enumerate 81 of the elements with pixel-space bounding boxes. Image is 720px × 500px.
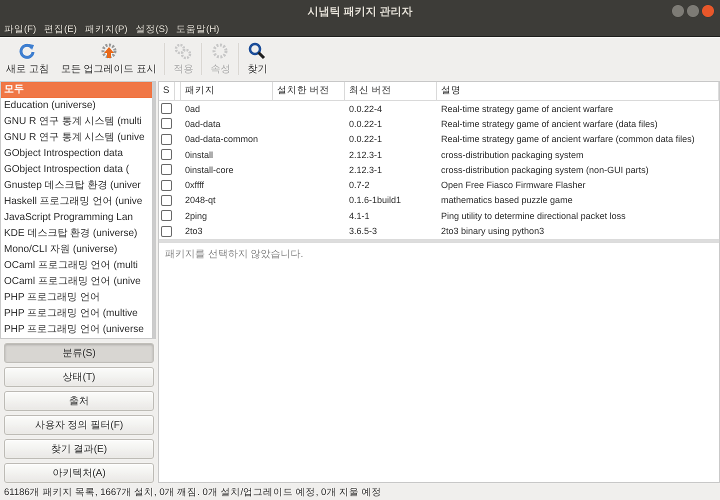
search-icon (248, 42, 266, 60)
toolbar-button[interactable]: 찾기 (241, 39, 274, 79)
package-description: Real-time strategy game of ancient warfare (data files) (440, 118, 659, 129)
package-name: 0ad-data-common (184, 134, 260, 144)
checkbox[interactable] (161, 180, 172, 191)
gear-upgrade-icon (100, 42, 118, 60)
package-description: Real-time strategy game of ancient warfare (common data files) (440, 134, 696, 144)
filter-button[interactable]: 찾기 결과(E) (4, 439, 154, 459)
filter-button[interactable]: 분류(S) (4, 343, 154, 363)
filter-button[interactable]: 상태(T) (4, 367, 154, 387)
checkbox[interactable] (161, 194, 172, 206)
filter-button[interactable]: 사용자 정의 필터(F) (4, 415, 154, 435)
section-item[interactable]: PHP 프로그래밍 언어 (universe (1, 322, 152, 338)
section-item[interactable]: GObject Introspection data (1, 146, 152, 162)
filter-button[interactable]: 아키텍처(A) (4, 463, 154, 483)
section-item[interactable]: PHP 프로그래밍 언어 (1, 290, 152, 306)
column-header[interactable]: 최신 버전 (345, 82, 437, 100)
latest-version: 0.0.22-1 (348, 134, 384, 144)
package-description: Real-time strategy game of ancient warfare (440, 104, 614, 114)
checkbox[interactable] (161, 149, 172, 160)
package-name: 0ad (184, 104, 202, 114)
section-item[interactable]: Education (universe) (1, 98, 152, 114)
package-name: 0install (184, 150, 214, 160)
filter-button[interactable]: 출처 (4, 391, 154, 411)
section-item[interactable]: GObject Introspection data ( (1, 162, 152, 178)
checkbox[interactable] (161, 164, 172, 176)
latest-version: 0.7-2 (348, 180, 371, 190)
maximize-button[interactable] (687, 5, 699, 17)
status-text: 61186개 패키지 목록, 1667개 설치, 0개 깨짐. 0개 설치/업그레이드 예정, 0개 지울 예정 (3, 486, 383, 500)
package-description: cross-distribution packaging system (non-GUI parts) (440, 164, 650, 175)
latest-version: 0.0.22-1 (348, 118, 384, 129)
section-item[interactable]: Gnustep 데스크탑 환경 (univer (1, 178, 152, 194)
section-item[interactable]: OCaml 프로그래밍 언어 (multi (1, 258, 152, 274)
latest-version: 3.6.5-3 (348, 226, 378, 236)
package-name: 0xffff (184, 180, 206, 190)
latest-version: 2.12.3-1 (348, 150, 384, 160)
menu-item[interactable]: 편집(E) (44, 22, 77, 36)
package-name: 2ping (184, 210, 208, 221)
refresh-icon (18, 42, 36, 60)
checkbox[interactable] (161, 210, 172, 222)
package-description: 2to3 binary using python3 (440, 226, 546, 236)
package-description: mathematics based puzzle game (440, 195, 574, 206)
latest-version: 4.1-1 (348, 210, 371, 221)
toolbar-button[interactable]: 새로 고침 (0, 39, 55, 79)
package-name: 0install-core (184, 164, 235, 175)
menu-item[interactable]: 도움말(H) (176, 22, 220, 36)
gear-icon (211, 42, 230, 60)
latest-version: 0.1.6-1build1 (348, 195, 402, 206)
close-button[interactable] (702, 5, 714, 17)
package-name: 2048-qt (184, 195, 217, 206)
latest-version: 2.12.3-1 (348, 164, 384, 175)
menu-item[interactable]: 패키지(P) (84, 22, 128, 36)
minimize-button[interactable] (672, 5, 684, 17)
checkbox[interactable] (161, 118, 172, 130)
package-description: cross-distribution packaging system (440, 150, 585, 160)
section-item[interactable]: GNU R 연구 통계 시스템 (multi (1, 114, 152, 130)
section-item[interactable]: OCaml 프로그래밍 언어 (unive (1, 274, 152, 290)
package-description: Ping utility to determine directional packet loss (440, 210, 627, 221)
column-header[interactable]: 패키지 (181, 82, 273, 100)
checkbox[interactable] (161, 103, 172, 114)
column-header[interactable]: S (159, 82, 175, 100)
checkbox[interactable] (161, 134, 172, 145)
menu-item[interactable]: 설정(S) (135, 22, 168, 36)
package-description: Open Free Fiasco Firmware Flasher (440, 180, 587, 190)
section-item[interactable]: PHP 프로그래밍 언어 (multive (1, 306, 152, 322)
toolbar-button[interactable]: 모든 업그레이드 표시 (54, 39, 162, 79)
package-name: 0ad-data (184, 118, 222, 129)
section-item[interactable]: Mono/CLI 자원 (universe) (1, 242, 152, 258)
section-item[interactable]: KDE 데스크탑 환경 (universe) (1, 226, 152, 242)
gears-icon (174, 42, 192, 60)
window-title: 시냅틱 패키지 관리자 (307, 4, 413, 18)
menu-item[interactable]: 파일(F) (4, 22, 36, 36)
section-item[interactable]: Haskell 프로그래밍 언어 (unive (1, 194, 152, 210)
section-item[interactable]: JavaScript Programming Lan (1, 210, 152, 226)
no-selection-text: 패키지를 선택하지 않았습니다. (165, 249, 304, 260)
checkbox[interactable] (161, 226, 172, 237)
latest-version: 0.0.22-4 (348, 104, 384, 114)
section-item[interactable]: GNU R 연구 통계 시스템 (unive (1, 130, 152, 146)
column-header[interactable]: 설치한 버전 (273, 82, 345, 100)
package-name: 2to3 (184, 226, 204, 236)
column-header[interactable]: 설명 (437, 82, 719, 100)
